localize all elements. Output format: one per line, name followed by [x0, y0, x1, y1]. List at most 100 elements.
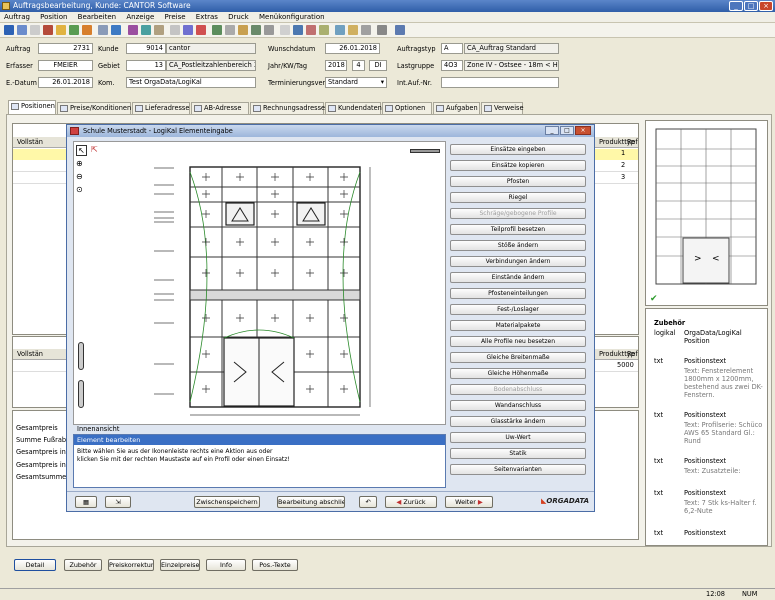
- detail-button[interactable]: Detail: [14, 559, 56, 571]
- chart-icon[interactable]: [335, 25, 345, 35]
- uw-wert-button[interactable]: Uw-Wert: [450, 432, 586, 443]
- close-button[interactable]: ×: [759, 1, 773, 11]
- tab-positionen[interactable]: Positionen: [8, 100, 56, 114]
- pfosteneinteilungen-button[interactable]: Pfosteneinteilungen: [450, 288, 586, 299]
- menu-bearbeiten[interactable]: Bearbeiten: [74, 12, 120, 23]
- calc-icon[interactable]: [111, 25, 121, 35]
- terminierung-select[interactable]: Standard ▾: [325, 77, 387, 88]
- zurueck-button[interactable]: ◀ Zurück: [385, 496, 437, 508]
- menu-extras[interactable]: Extras: [192, 12, 222, 23]
- fest-loslager-button[interactable]: Fest-/Loslager: [450, 304, 586, 315]
- gleiche-breitenmasse-button[interactable]: Gleiche Breitenmaße: [450, 352, 586, 363]
- weiter-button[interactable]: Weiter ▶: [445, 496, 493, 508]
- gleiche-hoehenmasse-button[interactable]: Gleiche Höhenmaße: [450, 368, 586, 379]
- print-icon[interactable]: [17, 25, 27, 35]
- link-icon[interactable]: [264, 25, 274, 35]
- auftragstyp-code-field[interactable]: A: [441, 43, 463, 54]
- verbindungen-aendern-button[interactable]: Verbindungen ändern: [450, 256, 586, 267]
- table-icon[interactable]: [238, 25, 248, 35]
- lock-icon[interactable]: [361, 25, 371, 35]
- check-icon[interactable]: [212, 25, 222, 35]
- auftrag-field[interactable]: 2731: [38, 43, 93, 54]
- folder-icon[interactable]: [56, 25, 66, 35]
- int-auf-nr-field[interactable]: [441, 77, 559, 88]
- tab-verweise[interactable]: Verweise: [481, 102, 524, 114]
- menu-druck[interactable]: Druck: [224, 12, 253, 23]
- dialog-minimize-button[interactable]: _: [545, 126, 559, 135]
- erfasser-field[interactable]: FMEIER: [38, 60, 93, 71]
- delete-icon[interactable]: [43, 25, 53, 35]
- edit-icon[interactable]: [82, 25, 92, 35]
- menu-anzeige[interactable]: Anzeige: [122, 12, 158, 23]
- tab-optionen[interactable]: Optionen: [382, 102, 432, 114]
- key-icon[interactable]: [348, 25, 358, 35]
- copy-icon[interactable]: [98, 25, 108, 35]
- seitenvarianten-button[interactable]: Seitenvarianten: [450, 464, 586, 475]
- tool-icon[interactable]: [154, 25, 164, 35]
- dialog-close-button[interactable]: ×: [575, 126, 591, 135]
- teilprofil-besetzen-button[interactable]: Teilprofil besetzen: [450, 224, 586, 235]
- drawing-canvas[interactable]: ↖ ⇱ ⊕ ⊖ ⊙: [73, 141, 446, 425]
- gebiet-number-field[interactable]: 13: [126, 60, 166, 71]
- tab-lieferadresse[interactable]: Lieferadresse: [132, 102, 190, 114]
- info-button[interactable]: Info: [206, 559, 246, 571]
- filter-icon[interactable]: [377, 25, 387, 35]
- materialpakete-button[interactable]: Materialpakete: [450, 320, 586, 331]
- einstaende-aendern-button[interactable]: Einstände ändern: [450, 272, 586, 283]
- undo-icon[interactable]: ↶: [359, 496, 377, 508]
- menu-auftrag[interactable]: Auftrag: [0, 12, 34, 23]
- jahr-field[interactable]: 2018: [325, 60, 347, 71]
- save-icon[interactable]: [4, 25, 14, 35]
- menu-preise[interactable]: Preise: [161, 12, 190, 23]
- minimize-button[interactable]: _: [729, 1, 743, 11]
- measure-icon[interactable]: ⇲: [105, 496, 131, 508]
- tab-aufgaben[interactable]: Aufgaben: [433, 102, 480, 114]
- tag-field[interactable]: DI: [369, 60, 387, 71]
- tag-icon[interactable]: [319, 25, 329, 35]
- export-icon[interactable]: [251, 25, 261, 35]
- statik-button[interactable]: Statik: [450, 448, 586, 459]
- einsaetze-kopieren-button[interactable]: Einsätze kopieren: [450, 160, 586, 171]
- edatum-label: E.-Datum: [6, 79, 37, 87]
- dialog-maximize-button[interactable]: □: [560, 126, 574, 135]
- zubehoer-button[interactable]: Zubehör: [64, 559, 102, 571]
- tab-preise-konditionen[interactable]: Preise/Konditionen: [57, 102, 131, 114]
- lastgruppe-code-field[interactable]: 4O3: [441, 60, 463, 71]
- tab-kundendaten[interactable]: Kundendaten: [325, 102, 382, 114]
- help-icon[interactable]: [395, 25, 405, 35]
- kunde-number-field[interactable]: 9014: [126, 43, 166, 54]
- tab-ab-adresse[interactable]: AB-Adresse: [191, 102, 249, 114]
- mail-icon[interactable]: [183, 25, 193, 35]
- element-view-icon[interactable]: ▦: [75, 496, 97, 508]
- menu-position[interactable]: Position: [36, 12, 71, 23]
- box-icon[interactable]: [280, 25, 290, 35]
- flag-icon[interactable]: [196, 25, 206, 35]
- menu-menuekonfiguration[interactable]: Menükonfiguration: [255, 12, 329, 23]
- stoesse-aendern-button[interactable]: Stöße ändern: [450, 240, 586, 251]
- refresh-icon[interactable]: [30, 25, 40, 35]
- doc-icon[interactable]: [170, 25, 180, 35]
- tab-rechnungsadresse[interactable]: Rechnungsadresse: [250, 102, 325, 114]
- einsaetze-eingeben-button[interactable]: Einsätze eingeben: [450, 144, 586, 155]
- maximize-button[interactable]: □: [744, 1, 758, 11]
- riegel-button[interactable]: Riegel: [450, 192, 586, 203]
- pos-texte-button[interactable]: Pos.-Texte: [252, 559, 298, 571]
- kw-field[interactable]: 4: [352, 60, 365, 71]
- info-icon[interactable]: [141, 25, 151, 35]
- einzelpreise-button[interactable]: Einzelpreise: [160, 559, 200, 571]
- kom-field[interactable]: Test OrgaData/LogiKal: [126, 77, 256, 88]
- add-icon[interactable]: [69, 25, 79, 35]
- alle-profile-neu-button[interactable]: Alle Profile neu besetzen: [450, 336, 586, 347]
- pfosten-button[interactable]: Pfosten: [450, 176, 586, 187]
- wandanschluss-button[interactable]: Wandanschluss: [450, 400, 586, 411]
- glasstaerke-aendern-button[interactable]: Glasstärke ändern: [450, 416, 586, 427]
- edatum-field[interactable]: 26.01.2018: [38, 77, 93, 88]
- wunschdatum-field[interactable]: 26.01.2018: [325, 43, 380, 54]
- bearbeitung-abschliessen-button[interactable]: Bearbeitung abschließen: [277, 496, 345, 508]
- star-icon[interactable]: [306, 25, 316, 35]
- zwischenspeichern-button[interactable]: Zwischenspeichern: [194, 496, 260, 508]
- grid-icon[interactable]: [225, 25, 235, 35]
- preiskorrektur-button[interactable]: Preiskorrektur: [108, 559, 154, 571]
- camera-icon[interactable]: [293, 25, 303, 35]
- settings-icon[interactable]: [128, 25, 138, 35]
